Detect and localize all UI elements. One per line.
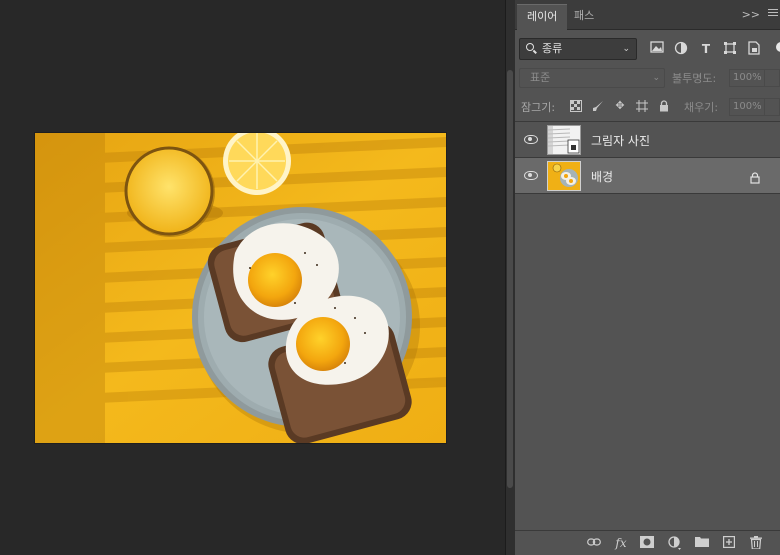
background-thumbnail <box>548 162 580 190</box>
layer-name: 배경 <box>591 170 614 184</box>
opacity-dropdown[interactable] <box>765 69 780 87</box>
layer-thumbnail <box>547 161 581 191</box>
layers-bottom-toolbar: fx <box>515 530 780 555</box>
filter-kind-select[interactable]: 종류 ⌄ <box>519 38 637 60</box>
chevron-down-icon: ⌄ <box>652 73 660 83</box>
image-filter-icon[interactable] <box>649 41 665 57</box>
link-icon[interactable] <box>587 536 601 550</box>
blend-opacity-row: 표준 ⌄ 불투명도: 100% <box>515 68 780 88</box>
document-canvas-image[interactable] <box>35 133 446 443</box>
layer-thumbnail <box>547 125 581 155</box>
filter-toggle-icon[interactable] <box>770 41 780 57</box>
panel-tab-bar: 레이어 패스 >> <box>515 0 780 30</box>
fill-dropdown[interactable] <box>765 98 780 116</box>
lock-label: 잠그기: <box>521 101 556 114</box>
panel-menu-icon[interactable] <box>768 7 778 19</box>
smart-object-filter-icon[interactable] <box>746 41 762 57</box>
layer-name: 그림자 사진 <box>591 134 651 148</box>
filter-kind-label: 종류 <box>542 42 563 55</box>
layer-row[interactable]: 그림자 사진 <box>515 122 780 158</box>
search-icon <box>526 43 534 51</box>
mask-icon[interactable] <box>640 536 654 550</box>
new-layer-icon[interactable] <box>722 536 736 550</box>
type-filter-icon[interactable]: T <box>698 41 714 57</box>
opacity-input[interactable]: 100% <box>729 69 765 87</box>
canvas-area[interactable] <box>0 0 505 555</box>
lock-fill-row: 잠그기: ✥ 채우기: 100% <box>515 97 780 117</box>
lock-image-pixels-icon[interactable] <box>592 100 604 112</box>
folder-icon[interactable] <box>695 536 709 550</box>
shape-filter-icon[interactable] <box>722 41 738 57</box>
smart-object-thumbnail <box>548 126 580 154</box>
blend-mode-select[interactable]: 표준 ⌄ <box>519 68 665 88</box>
adjustment-filter-icon[interactable] <box>673 41 689 57</box>
layers-panel: 레이어 패스 >> 종류 ⌄ T 표준 ⌄ 불투명도: 100% 잠그기: ✥ … <box>515 0 780 555</box>
fill-input[interactable]: 100% <box>729 98 765 116</box>
layer-lock-icon[interactable] <box>750 169 760 184</box>
lock-artboard-icon[interactable] <box>636 100 648 112</box>
fx-icon[interactable]: fx <box>614 536 628 550</box>
eye-icon[interactable] <box>524 171 538 180</box>
trash-icon[interactable] <box>749 536 763 550</box>
breakfast-photo <box>35 133 446 443</box>
fill-label: 채우기: <box>684 101 719 114</box>
lock-all-icon[interactable] <box>658 100 670 112</box>
blend-mode-value: 표준 <box>530 71 551 84</box>
scrollbar-thumb[interactable] <box>507 70 513 488</box>
layer-row-selected[interactable]: 배경 <box>515 158 780 194</box>
layer-list: 그림자 사진 배경 <box>515 121 780 194</box>
lock-position-icon[interactable]: ✥ <box>614 100 626 112</box>
tab-paths[interactable]: 패스 <box>564 4 604 30</box>
opacity-label: 불투명도: <box>672 72 717 85</box>
lock-transparent-pixels-icon[interactable] <box>570 100 582 112</box>
photoshop-window: 레이어 패스 >> 종류 ⌄ T 표준 ⌄ 불투명도: 100% 잠그기: ✥ … <box>0 0 780 555</box>
chevron-down-icon: ⌄ <box>622 44 630 54</box>
collapse-panels-button[interactable]: >> <box>742 8 760 21</box>
adjustment-icon[interactable] <box>668 536 682 550</box>
tab-layers[interactable]: 레이어 <box>517 4 568 30</box>
layer-filter-row: 종류 ⌄ T <box>515 38 780 62</box>
eye-icon[interactable] <box>524 135 538 144</box>
